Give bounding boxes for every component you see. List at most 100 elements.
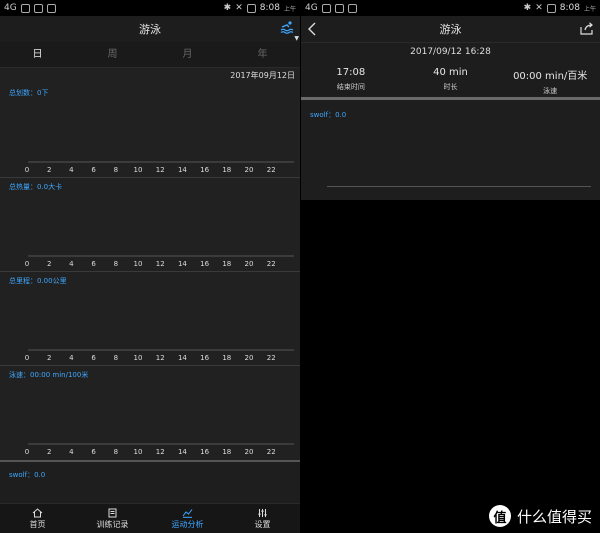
calories-chart-svg: 0 2 4 6 8 10 12 14 16 18 20 22 <box>25 255 294 268</box>
x-tick-label: 4 <box>69 354 74 362</box>
strokes-chart: 0 2 4 6 8 10 12 14 16 18 20 22 总划数：0下 <box>0 84 300 178</box>
x-tick-label: 14 <box>178 260 187 268</box>
x-tick-label: 8 <box>114 354 118 362</box>
stat-value: 00:00 min/百米 <box>513 71 588 82</box>
watermark: 值 什么值得买 <box>488 505 592 527</box>
status-time: 8:08 <box>259 3 280 13</box>
distance-chart: 0 2 4 6 8 10 12 14 16 18 20 22 总里程：0.00公里 <box>0 272 300 366</box>
period-tabs: 日 周 月 年 <box>0 42 300 68</box>
x-tick-label: 4 <box>69 166 74 174</box>
sync-icon <box>33 3 43 13</box>
x-tick-label: 2 <box>47 166 51 174</box>
x-tick-label: 22 <box>267 354 276 362</box>
x-tick-label: 2 <box>47 448 51 456</box>
chevron-down-icon[interactable]: ▼ <box>294 35 299 42</box>
stat-value: 40 min <box>433 67 468 78</box>
x-tick-label: 20 <box>245 166 254 174</box>
swolf-detail-chart: swolf：0.0 <box>301 100 600 200</box>
x-tick-label: 10 <box>134 448 143 456</box>
x-tick-label: 0 <box>25 354 29 362</box>
share-icon[interactable] <box>580 22 594 35</box>
stat-duration: 40 min 时长 <box>401 60 501 97</box>
stat-end-time: 17:08 结束时间 <box>301 60 401 97</box>
nav-settings[interactable]: 设置 <box>225 504 300 533</box>
x-tick-label: 22 <box>267 448 276 456</box>
app-notification-icon <box>321 3 331 13</box>
nav-records-label: 训练记录 <box>96 519 129 529</box>
x-tick-label: 8 <box>114 448 118 456</box>
pace-chart-svg: 0 2 4 6 8 10 12 14 16 18 20 22 <box>25 443 294 456</box>
x-tick-label: 16 <box>200 448 209 456</box>
stat-value: 17:08 <box>336 67 366 78</box>
mute-icon: ✕ <box>535 3 543 13</box>
calories-chart: 0 2 4 6 8 10 12 14 16 18 20 22 总热量：0.0大卡 <box>0 178 300 272</box>
distance-chart-title: 总里程：0.00公里 <box>9 277 67 285</box>
watermark-logo: 值 <box>488 505 511 527</box>
signal-text-right: 4G <box>305 3 318 13</box>
stat-label: 时长 <box>443 83 458 91</box>
watermark-text: 什么值得买 <box>516 507 592 526</box>
x-tick-label: 6 <box>91 166 96 174</box>
title-bar-right: 游泳 <box>301 16 600 42</box>
x-tick-label: 12 <box>156 448 165 456</box>
nav-home-label: 首页 <box>29 519 46 529</box>
x-tick-label: 8 <box>114 166 118 174</box>
status-bar: 4G ✱ ✕ 8:08 上午 <box>0 0 300 16</box>
workout-datetime: 2017/09/12 16:28 <box>301 42 600 60</box>
stat-pace: 00:00 min/百米 泳速 <box>500 60 600 97</box>
battery-icon <box>246 3 256 13</box>
x-tick-label: 18 <box>222 166 231 174</box>
status-ampm: 上午 <box>283 5 296 13</box>
nav-settings-label: 设置 <box>254 519 271 529</box>
back-arrow-icon[interactable] <box>307 22 317 36</box>
tab-week[interactable]: 周 <box>75 42 150 67</box>
charts-area[interactable]: 2017年09月12日 0 2 4 6 8 10 12 14 16 18 20 22 总划数：0下 0… <box>0 68 300 504</box>
x-tick-label: 22 <box>267 260 276 268</box>
x-tick-label: 16 <box>200 260 209 268</box>
battery-icon <box>546 3 556 13</box>
nav-home[interactable]: 首页 <box>0 504 75 533</box>
x-tick-label: 18 <box>222 354 231 362</box>
image-icon <box>347 3 357 13</box>
x-tick-label: 14 <box>178 354 187 362</box>
image-icon <box>46 3 56 13</box>
x-tick-label: 18 <box>222 260 231 268</box>
x-tick-label: 4 <box>69 260 74 268</box>
x-tick-label: 8 <box>114 260 118 268</box>
pace-chart: 0 2 4 6 8 10 12 14 16 18 20 22 泳速：00:00 min/100米 <box>0 366 300 460</box>
x-tick-label: 14 <box>178 166 187 174</box>
selected-date: 2017年09月12日 <box>230 71 295 80</box>
tab-year[interactable]: 年 <box>225 42 300 67</box>
x-tick-label: 0 <box>25 260 29 268</box>
nav-analysis-label: 运动分析 <box>171 519 204 529</box>
x-tick-label: 2 <box>47 260 51 268</box>
bottom-navigation: 首页 训练记录 运动分析 设置 <box>0 503 300 533</box>
strokes-chart-svg: 0 2 4 6 8 10 12 14 16 18 20 22 <box>25 161 294 174</box>
title-bar: 游泳 ▼ <box>0 16 300 42</box>
x-tick-label: 0 <box>25 448 29 456</box>
bluetooth-icon: ✱ <box>223 3 232 13</box>
swolf-value: swolf：0.0 <box>9 471 46 479</box>
sync-icon <box>334 3 344 13</box>
x-tick-label: 16 <box>200 166 209 174</box>
tab-month[interactable]: 月 <box>150 42 225 67</box>
x-tick-label: 6 <box>91 260 96 268</box>
detail-swolf-value: swolf：0.0 <box>310 111 347 119</box>
swim-type-icon[interactable] <box>280 20 294 34</box>
detail-chart-axis <box>327 186 591 187</box>
bluetooth-icon: ✱ <box>523 3 532 13</box>
x-tick-label: 16 <box>200 354 209 362</box>
nav-analysis[interactable]: 运动分析 <box>150 504 225 533</box>
nav-records[interactable]: 训练记录 <box>75 504 150 533</box>
x-tick-label: 18 <box>222 448 231 456</box>
status-time-right: 8:08 <box>559 3 580 13</box>
x-tick-label: 6 <box>91 354 96 362</box>
detail-title: 游泳 <box>439 23 462 36</box>
x-tick-label: 12 <box>156 354 165 362</box>
calories-chart-title: 总热量：0.0大卡 <box>9 183 63 191</box>
x-tick-label: 20 <box>245 354 254 362</box>
stat-label: 泳速 <box>543 87 558 95</box>
tab-day[interactable]: 日 <box>0 42 75 67</box>
swim-analysis-screen: 4G ✱ ✕ 8:08 上午 游泳 ▼ 日 周 月 年 2017年09月12日 <box>0 0 300 533</box>
x-tick-label: 0 <box>25 166 29 174</box>
